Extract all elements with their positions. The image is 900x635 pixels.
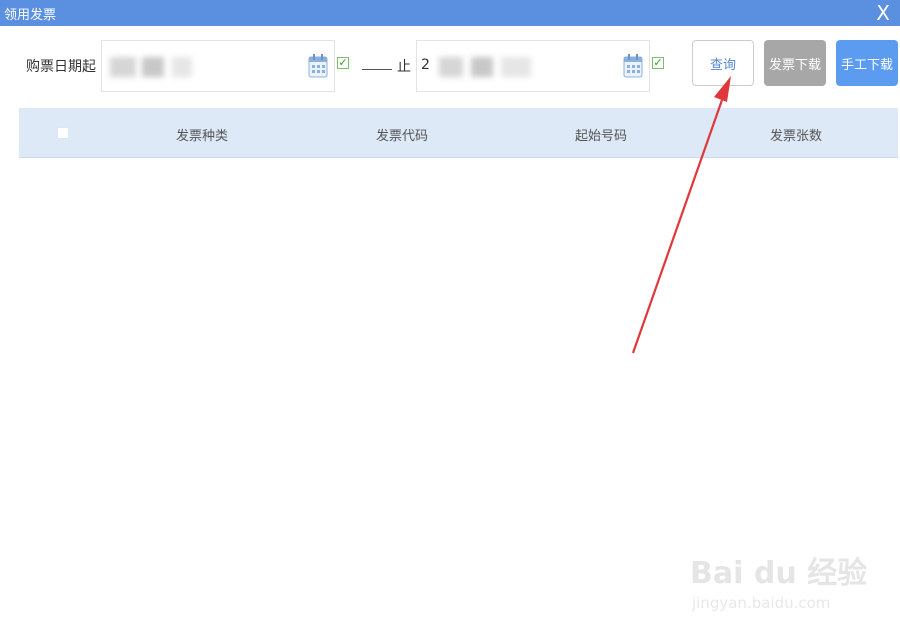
baidu-watermark-url: jingyan.baidu.com: [692, 594, 831, 612]
range-dash: [362, 69, 392, 70]
blurred-date: [110, 57, 136, 77]
start-date-input[interactable]: [101, 40, 335, 92]
select-all-checkbox[interactable]: [57, 127, 69, 139]
end-date-input[interactable]: 2: [416, 40, 650, 92]
end-date-label: 止: [397, 59, 411, 75]
window-title: 领用发票: [4, 8, 57, 23]
blurred-date: [439, 57, 463, 77]
end-date-value: 2: [421, 57, 430, 73]
column-header-invoice-count[interactable]: 发票张数: [770, 125, 822, 144]
manual-download-button[interactable]: 手工下载: [836, 40, 898, 86]
invoice-download-button[interactable]: 发票下载: [764, 40, 826, 86]
column-header-invoice-code[interactable]: 发票代码: [376, 125, 428, 144]
query-button[interactable]: 查询: [692, 40, 754, 86]
column-header-invoice-type[interactable]: 发票种类: [176, 125, 228, 144]
baidu-watermark-logo: Bai du 经验: [690, 556, 868, 591]
end-date-checkbox[interactable]: ✓: [652, 57, 664, 69]
title-bar: 领用发票 X: [0, 0, 900, 26]
column-header-start-number[interactable]: 起始号码: [575, 125, 627, 144]
table-header: 发票种类 发票代码 起始号码 发票张数: [19, 108, 898, 158]
calendar-icon[interactable]: [308, 53, 328, 79]
close-icon[interactable]: X: [876, 1, 890, 25]
start-date-label: 购票日期起: [26, 59, 96, 75]
start-date-checkbox[interactable]: ✓: [337, 57, 349, 69]
calendar-icon[interactable]: [623, 53, 643, 79]
